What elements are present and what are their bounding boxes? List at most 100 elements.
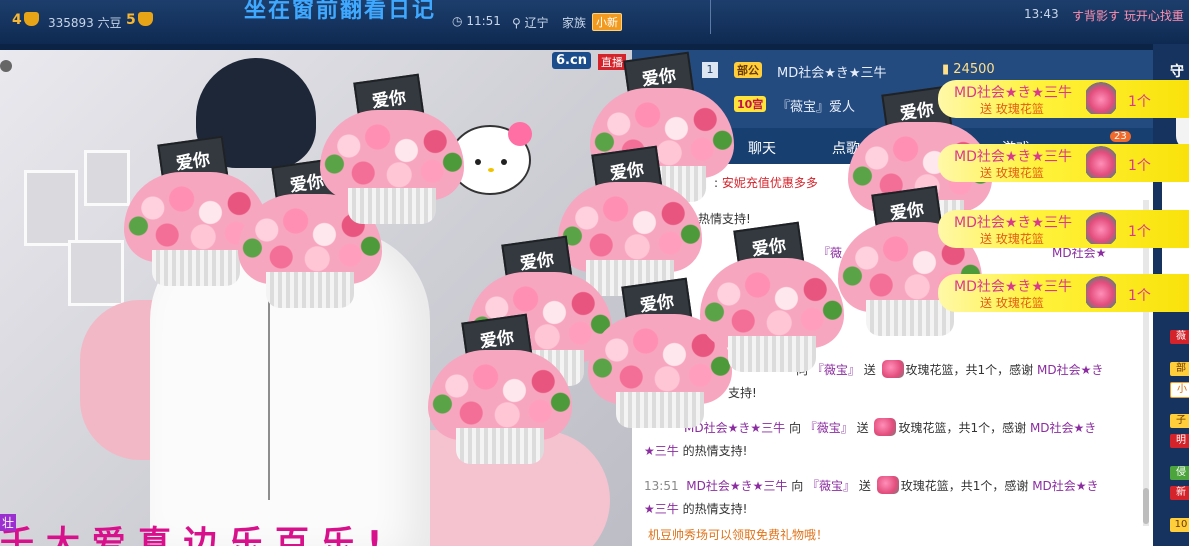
chat-text: 送 bbox=[858, 479, 871, 493]
next-level: 5 bbox=[126, 12, 153, 28]
chat-message: ★三牛 的热情支持! bbox=[644, 442, 747, 459]
chat-text: 向 bbox=[791, 479, 804, 493]
room-location-value: 辽宁 bbox=[524, 16, 549, 30]
level-left-number: 4 bbox=[12, 12, 22, 28]
gift-count: 1个 bbox=[1128, 158, 1151, 174]
flower-bunch bbox=[320, 110, 464, 200]
top-bar: 4 335893 六豆 5 坐在窗前翻看日记 ◷ 11:51 ⚲ 辽宁 家族 小… bbox=[0, 0, 1189, 44]
chat-text: 的热情支持! bbox=[682, 502, 748, 516]
bean-count: 335893 六豆 bbox=[48, 16, 122, 30]
room-time-value: 11:51 bbox=[466, 14, 501, 28]
chat-text: 送 bbox=[863, 363, 876, 377]
flower-basket-icon bbox=[881, 360, 904, 378]
location-pin-icon: ⚲ bbox=[512, 16, 521, 30]
rank-coin-value: 24500 bbox=[953, 62, 995, 77]
basket bbox=[152, 250, 240, 286]
gift-action: 送 玫瑰花篮 bbox=[980, 166, 1044, 180]
user-level: 4 bbox=[12, 12, 39, 28]
gift-count: 1个 bbox=[1128, 288, 1151, 304]
flower-basket-gift: 爱你 bbox=[692, 221, 852, 376]
gift-count: 1个 bbox=[1128, 224, 1151, 240]
chat-username[interactable]: ★三牛 bbox=[644, 502, 679, 516]
chat-text: 玫瑰花篮，共1个，感谢 bbox=[898, 421, 1027, 435]
flower-basket-gift: 爱你 bbox=[312, 73, 472, 228]
gift-sender[interactable]: MD社会★き★三牛 bbox=[954, 82, 1072, 102]
member-badge: 部 bbox=[1170, 362, 1189, 376]
flower-basket-icon bbox=[1086, 82, 1116, 114]
flower-basket-icon bbox=[1086, 276, 1116, 308]
basket bbox=[266, 272, 354, 308]
chat-scrollbar[interactable] bbox=[1143, 200, 1149, 530]
flower-basket-icon bbox=[1086, 146, 1116, 178]
basket bbox=[616, 392, 704, 428]
flower-basket-icon bbox=[876, 476, 899, 494]
chat-username[interactable]: 『薇宝』 bbox=[807, 479, 855, 493]
chat-timestamp: 13:51 bbox=[644, 479, 679, 493]
member-badge: 10 bbox=[1170, 518, 1189, 532]
gift-notification: MD社会★き★三牛 送 玫瑰花篮 1个 bbox=[938, 144, 1189, 182]
crown-icon bbox=[137, 12, 153, 26]
chat-message: 13:51 MD社会★き★三牛 向 『薇宝』 送 玫瑰花篮，共1个，感谢 MD社… bbox=[644, 476, 1099, 494]
video-overlay-caption: 千 大 爱 真 边 乐 百 乐 ! bbox=[0, 524, 383, 546]
gift-count: 1个 bbox=[1128, 94, 1151, 110]
gift-action: 送 玫瑰花篮 bbox=[980, 102, 1044, 116]
crown-icon bbox=[23, 12, 39, 26]
gift-sender[interactable]: MD社会★き★三牛 bbox=[954, 276, 1072, 296]
chat-username[interactable]: MD社会★き bbox=[1037, 363, 1103, 377]
chat-text: 的热情支持! bbox=[682, 444, 748, 458]
gift-notification: MD社会★き★三牛 送 玫瑰花篮 1个 bbox=[938, 274, 1189, 312]
member-badge: 新 bbox=[1170, 486, 1189, 500]
chat-username[interactable]: MD社会★き bbox=[1030, 421, 1096, 435]
rank-username: MD社会★き★三牛 bbox=[777, 66, 887, 81]
basket bbox=[456, 428, 544, 464]
member-badge: 小 bbox=[1170, 382, 1189, 398]
chat-username[interactable]: MD社会★ bbox=[1052, 246, 1106, 260]
gift-notification: MD社会★き★三牛 送 玫瑰花篮 1个 bbox=[938, 80, 1189, 118]
chat-username[interactable]: ★三牛 bbox=[644, 444, 679, 458]
flower-bunch bbox=[428, 350, 572, 440]
family-label: 家族 bbox=[562, 16, 587, 30]
flower-basket-gift: 爱你 bbox=[420, 313, 580, 468]
level-right-number: 5 bbox=[126, 12, 136, 28]
flower-basket-icon bbox=[874, 418, 897, 436]
video-control-dot[interactable] bbox=[0, 60, 12, 72]
gift-action: 送 玫瑰花篮 bbox=[980, 296, 1044, 310]
topbar-divider bbox=[710, 0, 711, 34]
member-badge: 明 bbox=[1170, 434, 1189, 448]
chat-username[interactable]: MD社会★き★三牛 bbox=[686, 479, 787, 493]
member-badge: 侵 bbox=[1170, 466, 1189, 480]
family-tag-link[interactable]: 小新 bbox=[592, 13, 622, 31]
basket bbox=[866, 300, 954, 336]
chat-message: ★三牛 的热情支持! bbox=[644, 500, 747, 517]
member-badge: 子 bbox=[1170, 414, 1189, 428]
chat-text: 玫瑰花篮，共1个，感谢 bbox=[905, 363, 1034, 377]
gift-sender[interactable]: MD社会★き★三牛 bbox=[954, 212, 1072, 232]
chat-username[interactable]: MD社会★き bbox=[1032, 479, 1098, 493]
tab-chat[interactable]: 聊天 bbox=[748, 138, 776, 158]
gift-notification: MD社会★き★三牛 送 玫瑰花篮 1个 bbox=[938, 210, 1189, 248]
right-ticker-message: す背影す 玩开心找重 bbox=[1072, 9, 1184, 23]
chat-message: MD社会★き★三牛 向 『薇宝』 送 玫瑰花篮，共1个，感谢 MD社会★き bbox=[684, 418, 1096, 436]
flower-bunch bbox=[700, 258, 844, 348]
room-time: ◷ 11:51 bbox=[452, 14, 501, 28]
room-title: 坐在窗前翻看日记 bbox=[244, 0, 437, 23]
chat-scrollbar-thumb[interactable] bbox=[1143, 488, 1149, 524]
gift-sender[interactable]: MD社会★き★三牛 bbox=[954, 146, 1072, 166]
gift-action: 送 玫瑰花篮 bbox=[980, 232, 1044, 246]
room-location: ⚲ 辽宁 bbox=[512, 14, 549, 31]
coin-icon: ▮ bbox=[942, 62, 950, 77]
chat-text: 送 bbox=[856, 421, 869, 435]
notice-bar[interactable]: 机豆帅秀场可以领取免费礼物哦！ bbox=[632, 526, 1153, 546]
clock-icon: ◷ bbox=[452, 14, 463, 28]
rank-coin-amount: ▮ 24500 bbox=[942, 62, 995, 77]
basket bbox=[728, 336, 816, 372]
member-badge: 薇 bbox=[1170, 330, 1189, 344]
right-timestamp: 13:43 bbox=[1024, 7, 1059, 21]
basket bbox=[348, 188, 436, 224]
corner-tag: 壮 bbox=[0, 514, 17, 531]
tab-count-badge: 23 bbox=[1110, 131, 1131, 142]
chat-text: 玫瑰花篮，共1个，感谢 bbox=[900, 479, 1029, 493]
wall-picture-frame bbox=[24, 170, 78, 246]
chat-username[interactable]: 『薇宝』 bbox=[805, 421, 853, 435]
chat-text: 向 bbox=[788, 421, 801, 435]
